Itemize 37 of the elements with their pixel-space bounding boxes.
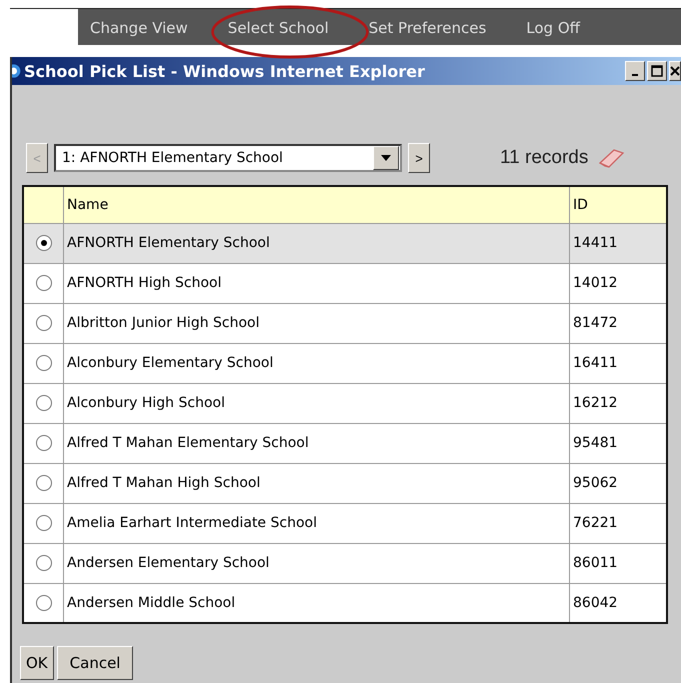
table-cell: Alconbury Elementary School <box>64 343 570 383</box>
radio-button[interactable] <box>36 594 52 611</box>
maximize-icon <box>651 65 663 77</box>
maximize-button[interactable] <box>647 61 667 81</box>
next-button[interactable]: > <box>408 143 430 173</box>
window-title: School Pick List - Windows Internet Explorer <box>24 62 426 80</box>
column-header: Name <box>64 186 570 223</box>
nav-link[interactable]: Set Preferences <box>368 18 486 36</box>
minimize-icon <box>632 74 638 76</box>
radio-button[interactable] <box>36 315 52 332</box>
table-cell: Alfred T Mahan Elementary School <box>64 423 570 463</box>
table-cell: Amelia Earhart Intermediate School <box>64 503 570 543</box>
radio-button[interactable] <box>36 475 52 492</box>
radio-button[interactable] <box>36 355 52 372</box>
radio-button[interactable] <box>36 555 52 572</box>
table-cell: AFNORTH High School <box>64 263 570 303</box>
ok-button[interactable]: OK <box>20 646 54 680</box>
table-cell: AFNORTH Elementary School <box>64 223 570 263</box>
cancel-button[interactable]: Cancel <box>56 646 134 680</box>
table-cell: Andersen Elementary School <box>64 543 570 583</box>
record-count: 11 records <box>500 147 588 169</box>
minimize-button[interactable] <box>625 61 645 81</box>
school-dropdown[interactable]: 1: AFNORTH Elementary School <box>54 144 402 172</box>
radio-button[interactable] <box>36 235 52 252</box>
nav-link[interactable]: Change View <box>90 18 188 36</box>
radio-button[interactable] <box>36 435 52 452</box>
table-cell: Alconbury High School <box>64 383 570 423</box>
dropdown-arrow-icon <box>381 155 391 161</box>
radio-button[interactable] <box>36 515 52 532</box>
eraser-icon[interactable] <box>596 147 626 169</box>
table-cell: Alfred T Mahan High School <box>64 463 570 503</box>
radio-button[interactable] <box>36 275 52 292</box>
close-icon <box>670 66 680 76</box>
radio-button[interactable] <box>36 395 52 412</box>
table-cell: Albritton Junior High School <box>64 303 570 343</box>
nav-link[interactable]: Log Off <box>526 18 580 36</box>
close-button[interactable] <box>669 61 681 81</box>
